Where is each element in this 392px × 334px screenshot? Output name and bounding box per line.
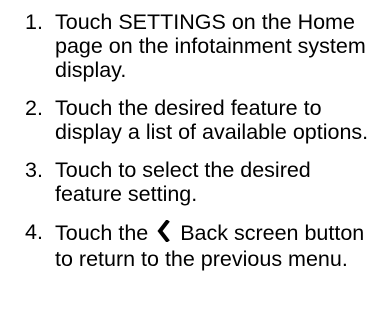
step-text: Touch the Back screen button to return t… <box>55 219 392 271</box>
step-text-before: Touch the <box>55 221 149 245</box>
step-number: 4. <box>25 220 43 244</box>
step-text: Touch the desired feature to display a l… <box>55 96 369 144</box>
step-number: 3. <box>25 158 43 182</box>
back-chevron-icon <box>156 219 171 247</box>
step-text: Touch to select the desired feature sett… <box>55 158 311 206</box>
step-1: 1. Touch SETTINGS on the Home page on th… <box>0 10 392 82</box>
instruction-list: 1. Touch SETTINGS on the Home page on th… <box>0 10 392 285</box>
step-number: 2. <box>25 96 43 120</box>
step-number: 1. <box>25 10 43 34</box>
step-2: 2. Touch the desired feature to display … <box>0 96 392 144</box>
step-text: Touch SETTINGS on the Home page on the i… <box>55 10 366 82</box>
step-3: 3. Touch to select the desired feature s… <box>0 158 392 206</box>
step-4: 4. Touch the Back screen button to retur… <box>0 219 392 271</box>
